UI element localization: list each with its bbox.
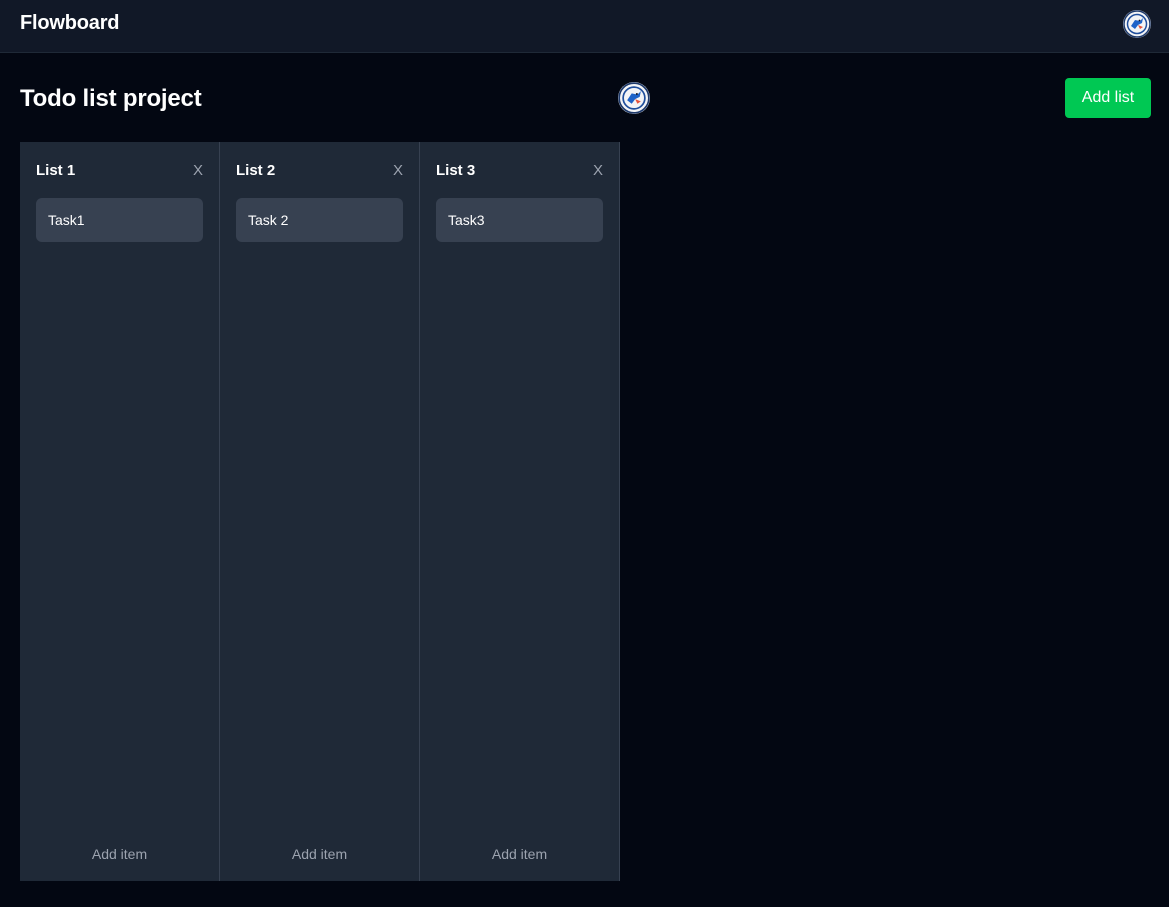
delete-list-button[interactable]: X xyxy=(593,162,603,179)
list-title[interactable]: List 2 xyxy=(236,162,275,179)
delete-list-button[interactable]: X xyxy=(393,162,403,179)
list-title[interactable]: List 3 xyxy=(436,162,475,179)
list-title[interactable]: List 1 xyxy=(36,162,75,179)
add-list-button[interactable]: Add list xyxy=(1065,78,1151,118)
add-item-button[interactable]: Add item xyxy=(420,846,619,862)
task-card[interactable]: Task1 xyxy=(36,198,203,242)
task-card[interactable]: Task3 xyxy=(436,198,603,242)
task-card[interactable]: Task 2 xyxy=(236,198,403,242)
add-item-button[interactable]: Add item xyxy=(20,846,219,862)
app-brand[interactable]: Flowboard xyxy=(20,12,120,35)
top-navbar: Flowboard xyxy=(0,0,1169,53)
list-column: List 1 X Task1 Add item xyxy=(20,142,220,881)
list-column: List 2 X Task 2 Add item xyxy=(220,142,420,881)
add-item-button[interactable]: Add item xyxy=(220,846,419,862)
list-column: List 3 X Task3 Add item xyxy=(420,142,620,881)
project-member-avatar-icon[interactable] xyxy=(618,82,650,114)
delete-list-button[interactable]: X xyxy=(193,162,203,179)
user-avatar-icon[interactable] xyxy=(1123,10,1151,38)
project-title: Todo list project xyxy=(20,85,202,112)
board: List 1 X Task1 Add item List 2 X Task 2 … xyxy=(20,142,620,881)
